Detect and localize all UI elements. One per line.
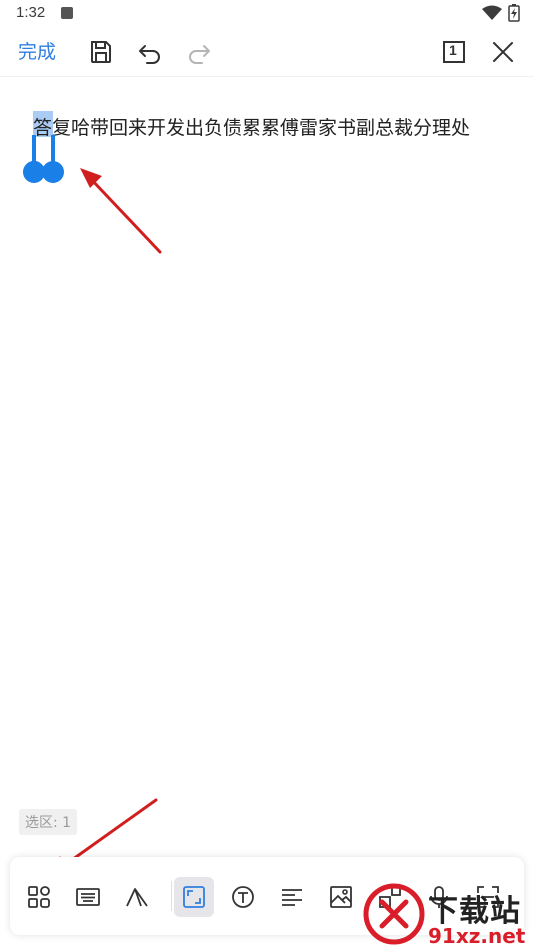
watermark-logo: 下载站 91xz.net bbox=[362, 880, 534, 950]
close-icon[interactable] bbox=[489, 38, 517, 66]
save-icon[interactable] bbox=[87, 38, 115, 66]
selection-handles[interactable] bbox=[22, 135, 66, 187]
watermark-text-url: 91xz.net bbox=[428, 924, 526, 948]
notification-app-icon bbox=[61, 7, 73, 19]
status-bar: 1:32 bbox=[0, 0, 534, 28]
page-count-icon[interactable]: 1 bbox=[440, 38, 468, 66]
keyboard-icon[interactable] bbox=[68, 877, 108, 917]
document-text[interactable]: 答复哈带回来开发出负债累累傅雷家书副总裁分理处 bbox=[33, 113, 470, 140]
page-count-value: 1 bbox=[449, 42, 457, 58]
status-time: 1:32 bbox=[16, 4, 46, 21]
redo-icon[interactable] bbox=[185, 38, 213, 66]
battery-icon bbox=[508, 4, 520, 22]
arrow-to-handle bbox=[80, 168, 162, 254]
undo-icon[interactable] bbox=[136, 38, 164, 66]
image-icon[interactable] bbox=[321, 877, 361, 917]
annotation-arrows bbox=[50, 168, 162, 876]
document-text-rest: 复哈带回来开发出负债累累傅雷家书副总裁分理处 bbox=[52, 117, 471, 139]
toolbar-divider bbox=[171, 881, 172, 911]
apps-icon[interactable] bbox=[19, 877, 59, 917]
text-box-icon[interactable] bbox=[223, 877, 263, 917]
text-style-icon[interactable] bbox=[117, 877, 157, 917]
done-button[interactable]: 完成 bbox=[18, 37, 56, 64]
selection-count-label: 选区: 1 bbox=[19, 809, 78, 835]
select-region-icon[interactable] bbox=[174, 877, 214, 917]
wifi-icon bbox=[482, 5, 502, 20]
align-icon[interactable] bbox=[272, 877, 312, 917]
screen: 1:32 完成 1 答复哈带回来开发出负债累累傅雷家书副总裁分理处 选区: 1 … bbox=[0, 0, 534, 950]
watermark-badge-icon bbox=[363, 883, 425, 945]
top-toolbar: 完成 1 bbox=[0, 28, 534, 77]
